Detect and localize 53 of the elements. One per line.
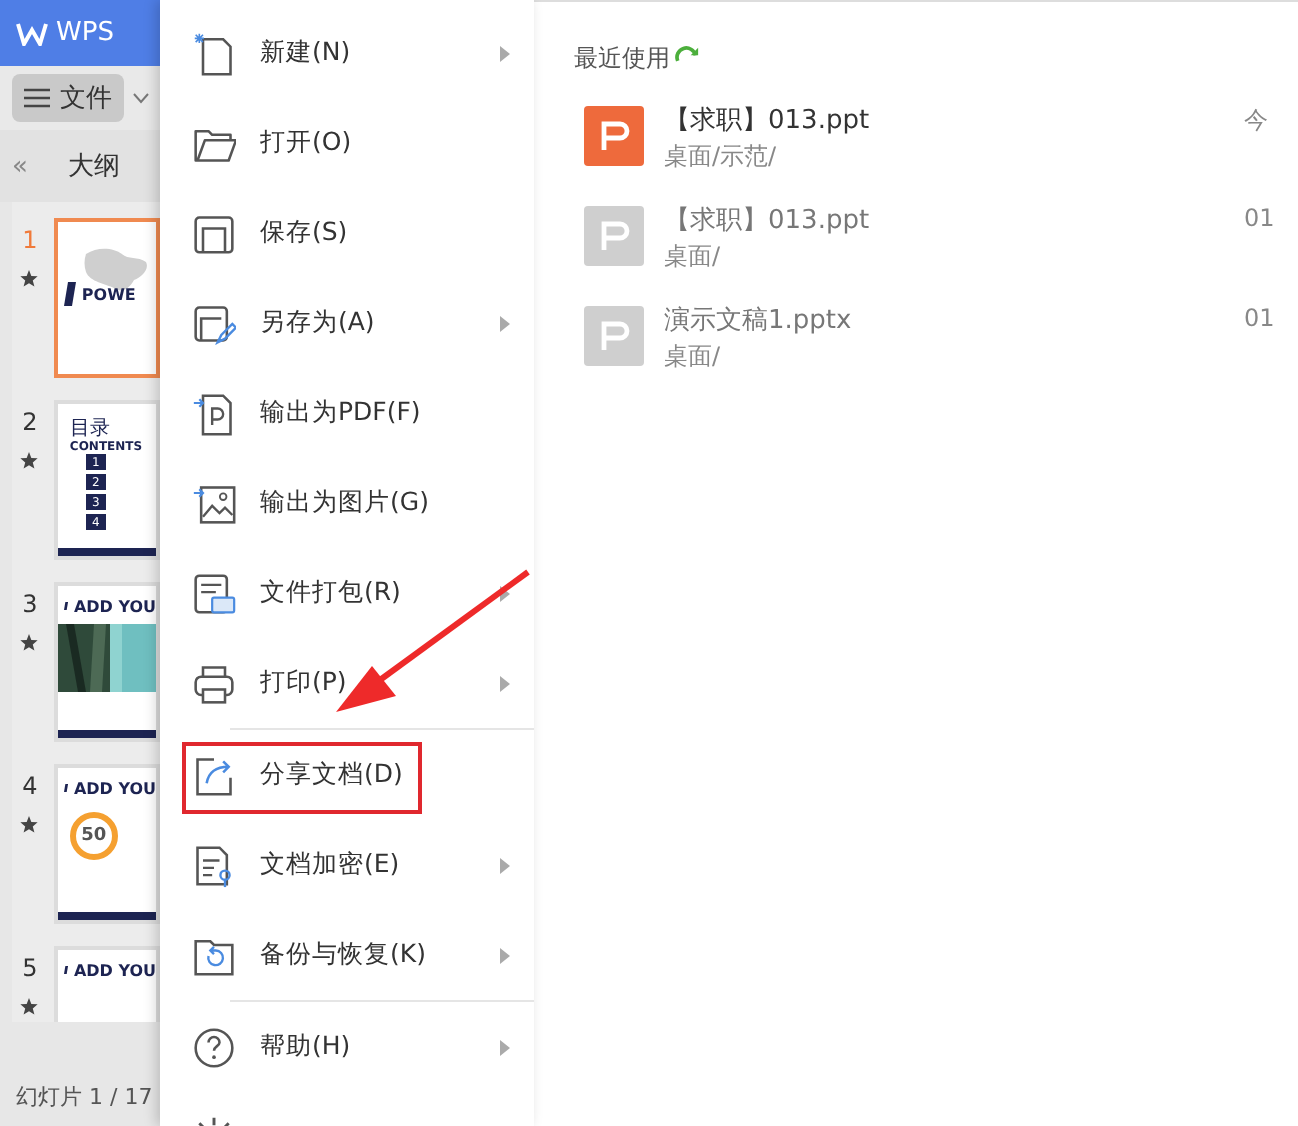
slide-number: 5 xyxy=(22,954,38,982)
save-icon xyxy=(192,211,236,255)
slide-title: ADD YOU xyxy=(73,779,156,797)
menu-item[interactable]: 帮助(H) xyxy=(160,1002,534,1092)
menu-item[interactable]: 备份与恢复(K) xyxy=(160,910,534,1000)
printer-icon xyxy=(192,661,236,705)
share-icon xyxy=(192,753,236,797)
chevron-down-icon[interactable] xyxy=(132,92,150,104)
menu-item[interactable]: 打印(P) xyxy=(160,638,534,728)
slide-thumbnail[interactable]: ADD YOU xyxy=(53,946,160,1022)
menu-item[interactable]: 输出为图片(G) xyxy=(160,458,534,548)
slide-thumbnail[interactable]: ADD YOU xyxy=(53,582,160,742)
menu-item[interactable]: 输出为PDF(F) xyxy=(160,368,534,458)
star-icon[interactable] xyxy=(20,998,39,1016)
lock-document-icon xyxy=(192,843,236,887)
slide-number: 2 xyxy=(22,408,38,436)
help-icon xyxy=(192,1025,236,1069)
menu-item[interactable]: 文件打包(R) xyxy=(160,548,534,638)
slide-title: ADD YOU xyxy=(73,961,156,979)
slide-number: 4 xyxy=(22,772,38,800)
file-menu-button[interactable]: 文件 xyxy=(12,74,124,122)
menu-item[interactable]: 打开(O) xyxy=(160,98,534,188)
menu-icon xyxy=(24,88,50,108)
slide-number: 3 xyxy=(22,590,38,618)
menu-item[interactable]: 分享文档(D) xyxy=(160,730,534,820)
save-as-icon xyxy=(192,301,236,345)
star-icon[interactable] xyxy=(20,816,39,834)
slide-title: POWE xyxy=(81,285,136,303)
slide-title: ADD YOU xyxy=(73,597,156,615)
slide-number: 1 xyxy=(22,226,38,254)
menu-item[interactable]: 保存(S) xyxy=(160,188,534,278)
recent-file[interactable]: 演示文稿1.pptx 桌面/ 01 xyxy=(574,300,1298,400)
star-icon[interactable] xyxy=(20,270,39,288)
menu-item[interactable]: 文档加密(E) xyxy=(160,820,534,910)
menu-item[interactable]: 新建(N) xyxy=(160,8,534,98)
slide-thumbnail[interactable]: ADD YOU 50 xyxy=(53,764,160,924)
star-icon[interactable] xyxy=(20,452,39,470)
star-icon[interactable] xyxy=(20,634,39,652)
pdf-export-icon xyxy=(192,391,236,435)
new-document-icon xyxy=(192,31,236,75)
recent-file[interactable]: 【求职】013.ppt 桌面/示范/ 今 xyxy=(574,100,1298,200)
recent-file[interactable]: 【求职】013.ppt 桌面/ 01 xyxy=(574,200,1298,300)
package-icon xyxy=(192,571,236,615)
recent-heading: 最近使用 xyxy=(574,42,670,76)
app-name: WPS xyxy=(56,18,114,48)
logo-icon xyxy=(16,21,48,45)
image-export-icon xyxy=(192,481,236,525)
stat-ring: 50 xyxy=(69,812,118,860)
slide-thumbnail[interactable]: POWE xyxy=(53,218,160,378)
outline-tab[interactable]: 大纲 xyxy=(67,148,120,184)
menu-item[interactable]: 另存为(A) xyxy=(160,278,534,368)
slide-title: 目录 xyxy=(69,420,110,440)
title-bar-icon xyxy=(63,282,76,306)
